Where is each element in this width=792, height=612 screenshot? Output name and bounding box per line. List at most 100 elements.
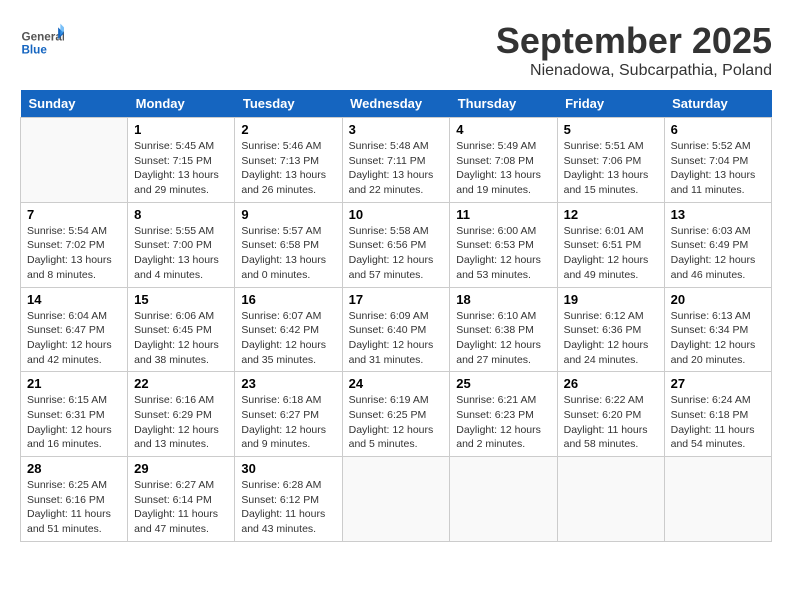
page-header: General Blue September 2025 Nienadowa, S…: [20, 20, 772, 80]
calendar-cell: 21 Sunrise: 6:15 AMSunset: 6:31 PMDayligh…: [21, 372, 128, 457]
logo-icon: General Blue: [20, 20, 64, 64]
calendar-cell: 11 Sunrise: 6:00 AMSunset: 6:53 PMDayligh…: [450, 202, 557, 287]
day-info: Sunrise: 5:54 AMSunset: 7:02 PMDaylight:…: [27, 224, 121, 283]
day-number: 3: [349, 122, 444, 137]
day-number: 24: [349, 376, 444, 391]
calendar-cell: 23 Sunrise: 6:18 AMSunset: 6:27 PMDayligh…: [235, 372, 342, 457]
day-info: Sunrise: 6:04 AMSunset: 6:47 PMDaylight:…: [27, 309, 121, 368]
day-number: 7: [27, 207, 121, 222]
day-info: Sunrise: 6:00 AMSunset: 6:53 PMDaylight:…: [456, 224, 550, 283]
day-number: 22: [134, 376, 228, 391]
day-info: Sunrise: 6:21 AMSunset: 6:23 PMDaylight:…: [456, 393, 550, 452]
calendar-cell: 15Sunrise: 6:06 AMSunset: 6:45 PMDayligh…: [128, 287, 235, 372]
calendar-cell: 8 Sunrise: 5:55 AMSunset: 7:00 PMDaylight…: [128, 202, 235, 287]
day-info: Sunrise: 6:09 AMSunset: 6:40 PMDaylight:…: [349, 309, 444, 368]
calendar-cell: 5 Sunrise: 5:51 AMSunset: 7:06 PMDaylight…: [557, 118, 664, 203]
title-block: September 2025 Nienadowa, Subcarpathia, …: [496, 20, 772, 80]
day-number: 13: [671, 207, 765, 222]
day-number: 5: [564, 122, 658, 137]
calendar-cell: 1Sunrise: 5:45 AMSunset: 7:15 PMDaylight…: [128, 118, 235, 203]
calendar-cell: 3Sunrise: 5:48 AMSunset: 7:11 PMDaylight…: [342, 118, 450, 203]
calendar-cell: 22 Sunrise: 6:16 AMSunset: 6:29 PMDayligh…: [128, 372, 235, 457]
calendar-cell: 30 Sunrise: 6:28 AMSunset: 6:12 PMDayligh…: [235, 457, 342, 542]
day-number: 20: [671, 292, 765, 307]
calendar-cell: [557, 457, 664, 542]
day-info: Sunrise: 6:07 AMSunset: 6:42 PMDaylight:…: [241, 309, 335, 368]
calendar-cell: 4 Sunrise: 5:49 AMSunset: 7:08 PMDaylight…: [450, 118, 557, 203]
day-info: Sunrise: 6:10 AMSunset: 6:38 PMDaylight:…: [456, 309, 550, 368]
day-info: Sunrise: 6:16 AMSunset: 6:29 PMDaylight:…: [134, 393, 228, 452]
day-number: 6: [671, 122, 765, 137]
day-info: Sunrise: 6:15 AMSunset: 6:31 PMDaylight:…: [27, 393, 121, 452]
calendar-cell: 27 Sunrise: 6:24 AMSunset: 6:18 PMDayligh…: [664, 372, 771, 457]
calendar-cell: 6 Sunrise: 5:52 AMSunset: 7:04 PMDaylight…: [664, 118, 771, 203]
day-number: 4: [456, 122, 550, 137]
location-subtitle: Nienadowa, Subcarpathia, Poland: [496, 62, 772, 80]
day-info: Sunrise: 6:19 AMSunset: 6:25 PMDaylight:…: [349, 393, 444, 452]
day-info: Sunrise: 6:01 AMSunset: 6:51 PMDaylight:…: [564, 224, 658, 283]
day-number: 11: [456, 207, 550, 222]
day-number: 29: [134, 461, 228, 476]
calendar-header-row: SundayMondayTuesdayWednesdayThursdayFrid…: [21, 90, 772, 118]
calendar-cell: 2Sunrise: 5:46 AMSunset: 7:13 PMDaylight…: [235, 118, 342, 203]
day-info: Sunrise: 6:25 AMSunset: 6:16 PMDaylight:…: [27, 478, 121, 537]
day-number: 17: [349, 292, 444, 307]
day-number: 16: [241, 292, 335, 307]
day-number: 18: [456, 292, 550, 307]
calendar-cell: 25 Sunrise: 6:21 AMSunset: 6:23 PMDayligh…: [450, 372, 557, 457]
day-number: 9: [241, 207, 335, 222]
svg-text:Blue: Blue: [21, 44, 47, 57]
day-number: 14: [27, 292, 121, 307]
day-info: Sunrise: 5:55 AMSunset: 7:00 PMDaylight:…: [134, 224, 228, 283]
calendar-table: SundayMondayTuesdayWednesdayThursdayFrid…: [20, 90, 772, 542]
calendar-cell: 19Sunrise: 6:12 AMSunset: 6:36 PMDayligh…: [557, 287, 664, 372]
calendar-cell: 12 Sunrise: 6:01 AMSunset: 6:51 PMDayligh…: [557, 202, 664, 287]
day-info: Sunrise: 5:45 AMSunset: 7:15 PMDaylight:…: [134, 139, 228, 198]
day-header-sunday: Sunday: [21, 90, 128, 118]
day-info: Sunrise: 6:27 AMSunset: 6:14 PMDaylight:…: [134, 478, 228, 537]
calendar-week-row: 28Sunrise: 6:25 AMSunset: 6:16 PMDayligh…: [21, 457, 772, 542]
day-header-wednesday: Wednesday: [342, 90, 450, 118]
day-info: Sunrise: 6:18 AMSunset: 6:27 PMDaylight:…: [241, 393, 335, 452]
calendar-cell: 29 Sunrise: 6:27 AMSunset: 6:14 PMDayligh…: [128, 457, 235, 542]
day-info: Sunrise: 5:52 AMSunset: 7:04 PMDaylight:…: [671, 139, 765, 198]
calendar-cell: 13Sunrise: 6:03 AMSunset: 6:49 PMDayligh…: [664, 202, 771, 287]
calendar-cell: 24 Sunrise: 6:19 AMSunset: 6:25 PMDayligh…: [342, 372, 450, 457]
day-header-thursday: Thursday: [450, 90, 557, 118]
day-number: 21: [27, 376, 121, 391]
day-header-friday: Friday: [557, 90, 664, 118]
day-number: 8: [134, 207, 228, 222]
calendar-cell: 28Sunrise: 6:25 AMSunset: 6:16 PMDayligh…: [21, 457, 128, 542]
day-number: 10: [349, 207, 444, 222]
calendar-cell: 10Sunrise: 5:58 AMSunset: 6:56 PMDayligh…: [342, 202, 450, 287]
day-number: 19: [564, 292, 658, 307]
day-number: 12: [564, 207, 658, 222]
day-info: Sunrise: 5:51 AMSunset: 7:06 PMDaylight:…: [564, 139, 658, 198]
day-number: 30: [241, 461, 335, 476]
calendar-cell: 18 Sunrise: 6:10 AMSunset: 6:38 PMDayligh…: [450, 287, 557, 372]
calendar-cell: 26 Sunrise: 6:22 AMSunset: 6:20 PMDayligh…: [557, 372, 664, 457]
calendar-week-row: 21 Sunrise: 6:15 AMSunset: 6:31 PMDayligh…: [21, 372, 772, 457]
day-info: Sunrise: 5:49 AMSunset: 7:08 PMDaylight:…: [456, 139, 550, 198]
day-info: Sunrise: 5:46 AMSunset: 7:13 PMDaylight:…: [241, 139, 335, 198]
day-number: 27: [671, 376, 765, 391]
day-info: Sunrise: 6:22 AMSunset: 6:20 PMDaylight:…: [564, 393, 658, 452]
calendar-cell: 17 Sunrise: 6:09 AMSunset: 6:40 PMDayligh…: [342, 287, 450, 372]
svg-text:General: General: [21, 31, 64, 44]
day-info: Sunrise: 6:28 AMSunset: 6:12 PMDaylight:…: [241, 478, 335, 537]
day-info: Sunrise: 6:06 AMSunset: 6:45 PMDaylight:…: [134, 309, 228, 368]
day-header-monday: Monday: [128, 90, 235, 118]
calendar-cell: 20Sunrise: 6:13 AMSunset: 6:34 PMDayligh…: [664, 287, 771, 372]
calendar-cell: 14 Sunrise: 6:04 AMSunset: 6:47 PMDayligh…: [21, 287, 128, 372]
day-number: 23: [241, 376, 335, 391]
day-number: 26: [564, 376, 658, 391]
day-number: 25: [456, 376, 550, 391]
calendar-cell: 7 Sunrise: 5:54 AMSunset: 7:02 PMDaylight…: [21, 202, 128, 287]
logo: General Blue: [20, 20, 64, 64]
day-header-saturday: Saturday: [664, 90, 771, 118]
day-info: Sunrise: 6:24 AMSunset: 6:18 PMDaylight:…: [671, 393, 765, 452]
calendar-week-row: 7 Sunrise: 5:54 AMSunset: 7:02 PMDaylight…: [21, 202, 772, 287]
day-header-tuesday: Tuesday: [235, 90, 342, 118]
calendar-cell: 16 Sunrise: 6:07 AMSunset: 6:42 PMDayligh…: [235, 287, 342, 372]
calendar-week-row: 1Sunrise: 5:45 AMSunset: 7:15 PMDaylight…: [21, 118, 772, 203]
